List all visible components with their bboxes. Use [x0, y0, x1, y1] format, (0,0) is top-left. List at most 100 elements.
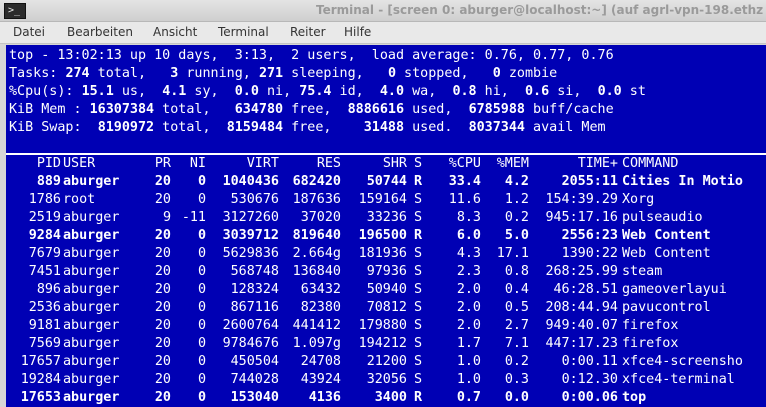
menu-datei[interactable]: Datei — [13, 25, 45, 39]
process-res: 43924 — [300, 372, 341, 387]
process-pid: 7569 — [28, 336, 61, 351]
col-time[interactable]: TIME+ — [578, 155, 618, 173]
process-shr: 159164 — [358, 192, 407, 207]
process-command: firefox — [622, 336, 679, 351]
col-user[interactable]: USER — [63, 155, 95, 173]
process-s: S — [414, 192, 423, 207]
process-table-header: PID USER PR NI VIRT RES SHR S %CPU %MEM … — [6, 155, 766, 173]
process-mem: 0.2 — [504, 210, 529, 225]
process-cpu: 33.4 — [448, 174, 481, 189]
col-ni[interactable]: NI — [190, 155, 206, 173]
menu-ansicht[interactable]: Ansicht — [153, 25, 197, 39]
process-s: R — [414, 228, 423, 243]
process-cpu: 1.0 — [456, 354, 481, 369]
process-shr: 179880 — [358, 318, 407, 333]
process-row[interactable]: 889 aburger 20 0 1040436 682420 50744 R 33.4 4.2 2… — [6, 173, 766, 191]
process-pid: 1786 — [28, 192, 61, 207]
process-row[interactable]: 9181 aburger 20 0 2600764 441412 179880 S 2.0 2.7… — [6, 317, 766, 335]
cpu-st: 0.0 — [597, 84, 622, 99]
process-cpu: 1.7 — [456, 336, 481, 351]
terminal-output[interactable]: top - 13:02:13 up 10 days, 3:13, 2 users… — [6, 45, 766, 407]
process-mem: 0.8 — [504, 264, 529, 279]
col-s[interactable]: S — [414, 155, 422, 173]
menu-reiter[interactable]: Reiter — [290, 25, 326, 39]
col-mem[interactable]: %MEM — [497, 155, 529, 173]
process-s: S — [414, 336, 423, 351]
cpu-hi: 0.8 — [452, 84, 477, 99]
process-user: aburger — [63, 264, 120, 279]
process-row[interactable]: 19284 aburger 20 0 744028 43924 32056 S 1.0 0.3 0:… — [6, 371, 766, 389]
col-res[interactable]: RES — [317, 155, 341, 173]
process-row[interactable]: 7679 aburger 20 0 5629836 2.664g 181936 S 4.3 17.… — [6, 245, 766, 263]
mem-used-label: used, — [404, 102, 469, 117]
process-time: 0:00.11 — [561, 354, 618, 369]
process-row[interactable]: 9284 aburger 20 0 3039712 819640 196500 R 6.0 5.0… — [6, 227, 766, 245]
process-s: R — [414, 390, 423, 405]
terminal-app-icon-glyph: >_ — [8, 5, 21, 16]
process-time: 46:28.51 — [553, 282, 619, 297]
process-ni: 0 — [197, 390, 206, 405]
process-shr: 50940 — [366, 282, 407, 297]
col-command[interactable]: COMMAND — [622, 155, 678, 173]
process-res: 24708 — [300, 354, 341, 369]
col-pr[interactable]: PR — [155, 155, 171, 173]
process-res: 136840 — [292, 264, 341, 279]
process-ni: 0 — [197, 192, 206, 207]
process-ni: 0 — [197, 336, 206, 351]
window-titlebar[interactable]: >_ Terminal - [screen 0: aburger@localho… — [0, 0, 766, 22]
process-time: 447:17.23 — [545, 336, 618, 351]
process-pr: 20 — [154, 228, 171, 243]
cpu-ni-label: ni, — [258, 84, 300, 99]
process-pid: 9284 — [28, 228, 61, 243]
process-row[interactable]: 2536 aburger 20 0 867116 82380 70812 S 2.0 0.5 208… — [6, 299, 766, 317]
process-pr: 20 — [154, 336, 171, 351]
process-virt: 450504 — [230, 354, 279, 369]
window-title: Terminal - [screen 0: aburger@localhost:… — [316, 3, 764, 17]
process-user: aburger — [63, 228, 120, 243]
process-command: xfce4-terminal — [622, 372, 735, 387]
process-row[interactable]: 17657 aburger 20 0 450504 24708 21200 S 1.0 0.2 0:… — [6, 353, 766, 371]
process-mem: 1.2 — [504, 192, 529, 207]
process-res: 187636 — [292, 192, 341, 207]
process-row[interactable]: 7569 aburger 20 0 9784676 1.097g 194212 S 1.7 7.1… — [6, 335, 766, 353]
process-pid: 2519 — [28, 210, 61, 225]
process-row[interactable]: 7451 aburger 20 0 568748 136840 97936 S 2.3 0.8 26… — [6, 263, 766, 281]
process-time: 949:40.07 — [545, 318, 618, 333]
process-virt: 1040436 — [222, 174, 279, 189]
tasks-sleeping: 271 — [258, 66, 284, 81]
menu-hilfe[interactable]: Hilfe — [344, 25, 371, 39]
process-user: aburger — [63, 300, 120, 315]
cpu-st-label: st — [621, 84, 646, 99]
process-row[interactable]: 17653 aburger 20 0 153040 4136 3400 R 0.7 0.0 0:00… — [6, 389, 766, 407]
tasks-stopped-label: stopped, — [396, 66, 493, 81]
process-mem: 4.2 — [504, 174, 529, 189]
process-shr: 33236 — [366, 210, 407, 225]
process-s: R — [414, 174, 423, 189]
col-cpu[interactable]: %CPU — [449, 155, 481, 173]
col-pid[interactable]: PID — [37, 155, 61, 173]
process-cpu: 2.3 — [456, 264, 481, 279]
process-s: S — [414, 300, 423, 315]
process-pr: 20 — [154, 318, 171, 333]
process-time: 0:12.30 — [561, 372, 618, 387]
mem-free-label: free, — [283, 102, 348, 117]
summary-tasks-line: Tasks: 274 total, 3 running, 271 sleepin… — [9, 65, 557, 83]
process-row[interactable]: 2519 aburger 9 -11 3127260 37020 33236 S 8.3 0.2 9… — [6, 209, 766, 227]
process-time: 1390:22 — [561, 246, 618, 261]
process-virt: 5629836 — [222, 246, 279, 261]
process-ni: 0 — [197, 246, 206, 261]
tasks-sleeping-label: sleeping, — [283, 66, 388, 81]
process-pr: 20 — [154, 354, 171, 369]
col-shr[interactable]: SHR — [383, 155, 407, 173]
process-time: 945:17.16 — [545, 210, 618, 225]
terminal-app-icon[interactable]: >_ — [4, 3, 26, 19]
col-virt[interactable]: VIRT — [247, 155, 279, 173]
tasks-zombie-label: zombie — [500, 66, 558, 81]
menu-terminal[interactable]: Terminal — [218, 25, 269, 39]
process-virt: 3039712 — [222, 228, 279, 243]
process-res: 82380 — [300, 300, 341, 315]
mem-buff: 6785988 — [468, 102, 525, 117]
process-row[interactable]: 1786 root 20 0 530676 187636 159164 S 11.6 1.2 154… — [6, 191, 766, 209]
process-row[interactable]: 896 aburger 20 0 128324 63432 50940 S 2.0 0.4 46:2… — [6, 281, 766, 299]
menu-bearbeiten[interactable]: Bearbeiten — [67, 25, 133, 39]
